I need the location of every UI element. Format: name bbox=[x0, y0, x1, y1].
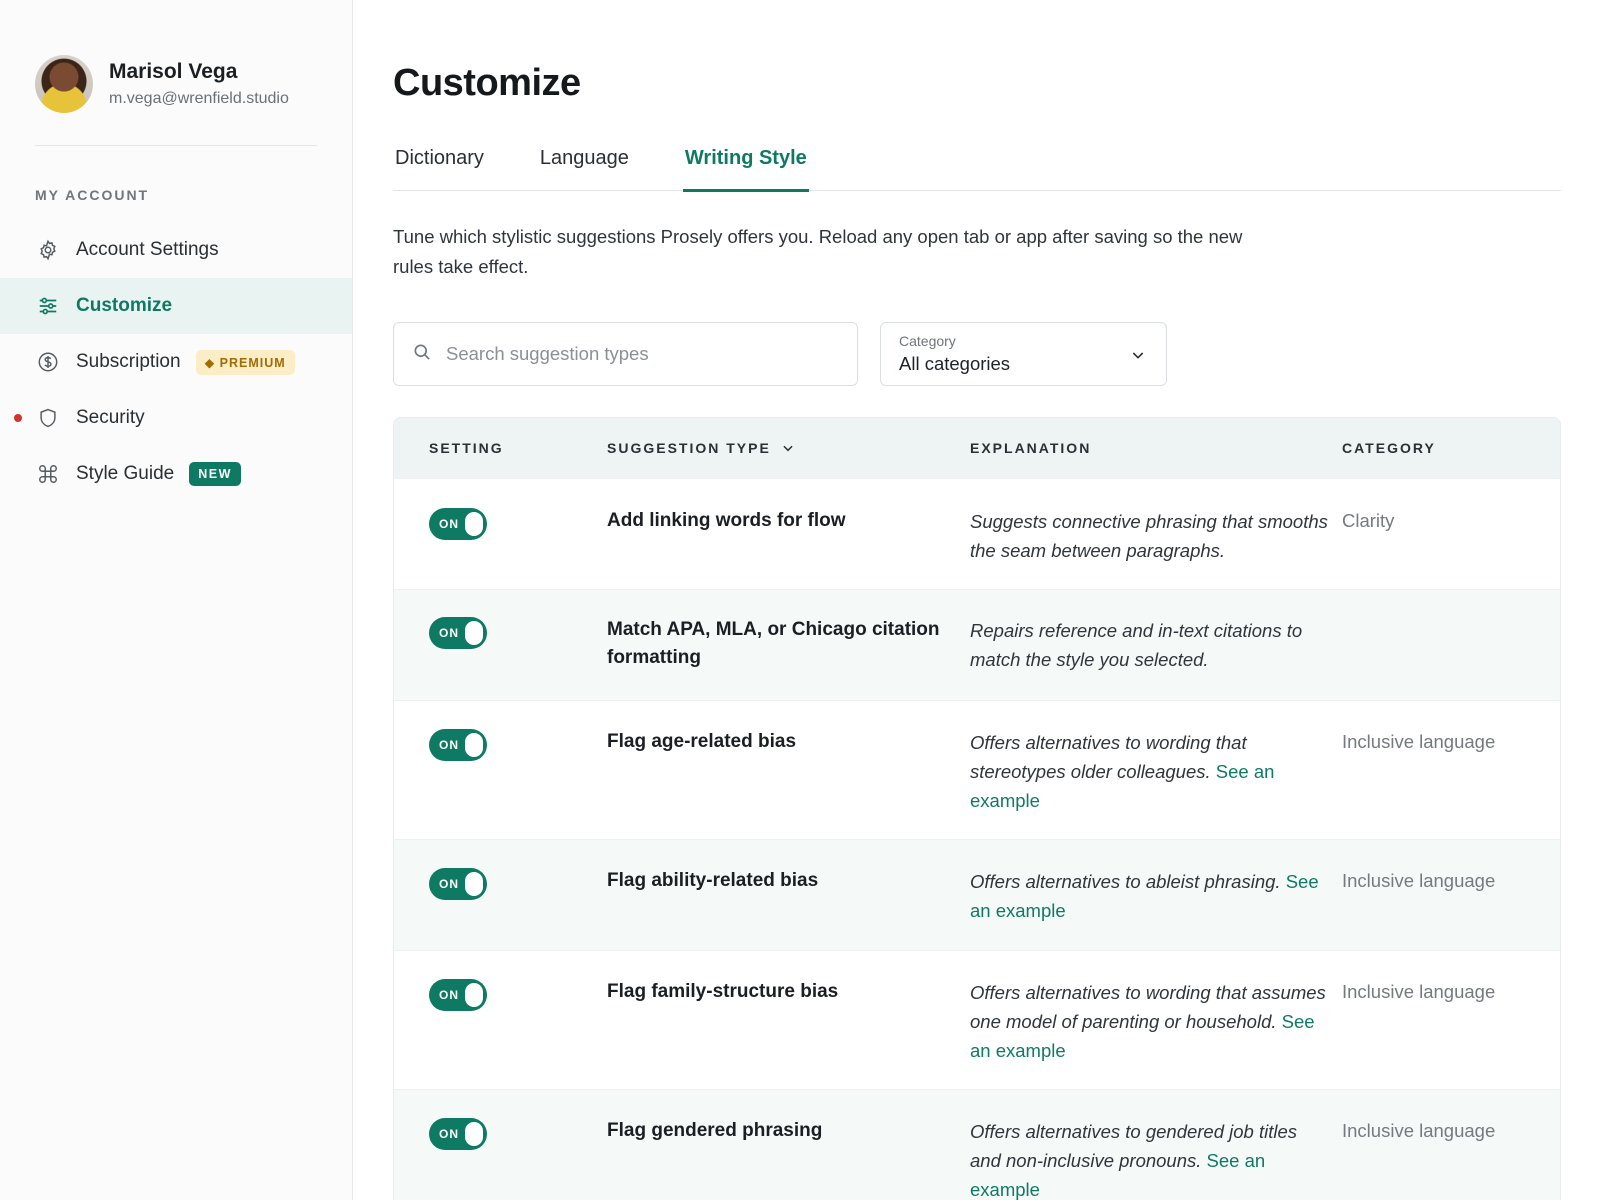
toggle-knob bbox=[465, 621, 483, 645]
category: Inclusive language bbox=[1342, 981, 1496, 1002]
alert-dot bbox=[14, 414, 22, 422]
explanation-text: Offers alternatives to wording that ster… bbox=[970, 732, 1247, 782]
explanation: Offers alternatives to ableist phrasing.… bbox=[970, 867, 1330, 925]
toggle-knob bbox=[465, 872, 483, 896]
profile-email: m.vega@wrenfield.studio bbox=[109, 90, 289, 107]
toggle-label: ON bbox=[439, 988, 459, 1002]
table-row: ON Match APA, MLA, or Chicago citation f… bbox=[394, 589, 1560, 700]
explanation: Repairs reference and in-text citations … bbox=[970, 616, 1330, 674]
chevron-down-icon bbox=[783, 445, 793, 452]
sidebar-item-customize[interactable]: Customize bbox=[0, 278, 352, 334]
suggestion-type: Flag ability-related bias bbox=[607, 870, 819, 891]
column-header-explanation: EXPLANATION bbox=[970, 440, 1092, 456]
category: Inclusive language bbox=[1342, 870, 1496, 891]
sidebar-item-label: Security bbox=[76, 407, 145, 428]
suggestion-type: Match APA, MLA, or Chicago citation form… bbox=[607, 619, 940, 668]
column-header-setting: SETTING bbox=[429, 440, 504, 456]
category: Inclusive language bbox=[1342, 1120, 1496, 1141]
category-select-label: Category bbox=[899, 333, 956, 349]
explanation-text: Suggests connective phrasing that smooth… bbox=[970, 511, 1328, 561]
toggle-label: ON bbox=[439, 738, 459, 752]
column-header-suggestion-type[interactable]: SUGGESTION TYPE bbox=[607, 440, 795, 456]
page-title: Customize bbox=[393, 62, 581, 104]
toggle-switch[interactable]: ON bbox=[429, 868, 487, 900]
tab-bar: Dictionary Language Writing Style bbox=[393, 143, 1561, 192]
command-icon bbox=[37, 463, 59, 485]
explanation-text: Repairs reference and in-text citations … bbox=[970, 620, 1303, 670]
sidebar-item-label: Subscription bbox=[76, 351, 181, 372]
toggle-switch[interactable]: ON bbox=[429, 729, 487, 761]
column-header-label: SUGGESTION TYPE bbox=[607, 440, 771, 456]
explanation: Suggests connective phrasing that smooth… bbox=[970, 507, 1330, 565]
table-row: ON Flag ability-related bias Offers alte… bbox=[394, 839, 1560, 950]
suggestion-type: Flag gendered phrasing bbox=[607, 1120, 823, 1141]
chevron-down-icon bbox=[1132, 352, 1144, 359]
table-header: SETTING SUGGESTION TYPE EXPLANATION CATE… bbox=[394, 418, 1560, 478]
explanation-text: Offers alternatives to ableist phrasing. bbox=[970, 871, 1281, 892]
toggle-switch[interactable]: ON bbox=[429, 979, 487, 1011]
tab-writing-style[interactable]: Writing Style bbox=[682, 143, 809, 192]
toggle-label: ON bbox=[439, 517, 459, 531]
gear-icon bbox=[37, 239, 59, 261]
tab-dictionary[interactable]: Dictionary bbox=[393, 143, 486, 191]
explanation: Offers alternatives to gendered job titl… bbox=[970, 1117, 1330, 1200]
toggle-knob bbox=[465, 512, 483, 536]
toggle-switch[interactable]: ON bbox=[429, 508, 487, 540]
suggestion-type: Flag family-structure bias bbox=[607, 981, 839, 1002]
category-select-value: All categories bbox=[899, 353, 1011, 374]
sliders-icon bbox=[37, 295, 59, 317]
explanation-text: Offers alternatives to wording that assu… bbox=[970, 982, 1326, 1032]
new-badge: NEW bbox=[189, 462, 241, 486]
avatar bbox=[35, 55, 93, 113]
toggle-knob bbox=[465, 983, 483, 1007]
sidebar-item-security[interactable]: Security bbox=[0, 390, 352, 446]
sidebar-item-subscription[interactable]: Subscription ◆ PREMIUM bbox=[0, 334, 352, 390]
search-icon bbox=[412, 342, 432, 367]
category-select[interactable]: Category All categories bbox=[880, 322, 1167, 386]
table-row: ON Flag age-related bias Offers alternat… bbox=[394, 700, 1560, 839]
toggle-knob bbox=[465, 733, 483, 757]
search-box[interactable] bbox=[393, 322, 858, 386]
sidebar-item-label: Customize bbox=[76, 295, 173, 316]
toggle-label: ON bbox=[439, 877, 459, 891]
table-row: ON Add linking words for flow Suggests c… bbox=[394, 478, 1560, 589]
sidebar-item-style-guide[interactable]: Style Guide NEW bbox=[0, 446, 352, 502]
premium-badge: ◆ PREMIUM bbox=[195, 349, 295, 375]
toggle-switch[interactable]: ON bbox=[429, 617, 487, 649]
sidebar-item-label: Style Guide bbox=[76, 463, 175, 484]
category: Inclusive language bbox=[1342, 731, 1496, 752]
toggle-switch[interactable]: ON bbox=[429, 1118, 487, 1150]
category: Clarity bbox=[1342, 510, 1395, 531]
section-label: MY ACCOUNT bbox=[35, 187, 150, 203]
suggestion-type: Flag age-related bias bbox=[607, 731, 797, 752]
toggle-label: ON bbox=[439, 626, 459, 640]
dollar-icon bbox=[37, 351, 59, 373]
tab-language[interactable]: Language bbox=[538, 143, 631, 191]
sidebar: Marisol Vega m.vega@wrenfield.studio MY … bbox=[0, 0, 353, 1200]
explanation: Offers alternatives to wording that ster… bbox=[970, 728, 1330, 815]
profile-name: Marisol Vega bbox=[109, 60, 238, 83]
toggle-knob bbox=[465, 1122, 483, 1146]
profile[interactable]: Marisol Vega m.vega@wrenfield.studio bbox=[35, 55, 289, 113]
suggestion-type: Add linking words for flow bbox=[607, 510, 846, 531]
suggestions-table: SETTING SUGGESTION TYPE EXPLANATION CATE… bbox=[393, 417, 1561, 1200]
sidebar-nav: Account Settings Customize Subscription … bbox=[0, 222, 352, 502]
intro-text: Tune which stylistic suggestions Prosely… bbox=[393, 226, 1243, 277]
explanation: Offers alternatives to wording that assu… bbox=[970, 978, 1330, 1065]
sidebar-item-label: Account Settings bbox=[76, 239, 219, 260]
sidebar-divider bbox=[35, 145, 317, 146]
sidebar-item-account-settings[interactable]: Account Settings bbox=[0, 222, 352, 278]
search-input[interactable] bbox=[446, 343, 826, 365]
table-row: ON Flag gendered phrasing Offers alterna… bbox=[394, 1089, 1560, 1200]
column-header-category: CATEGORY bbox=[1342, 440, 1436, 456]
table-row: ON Flag family-structure bias Offers alt… bbox=[394, 950, 1560, 1089]
shield-icon bbox=[37, 407, 59, 429]
toggle-label: ON bbox=[439, 1127, 459, 1141]
